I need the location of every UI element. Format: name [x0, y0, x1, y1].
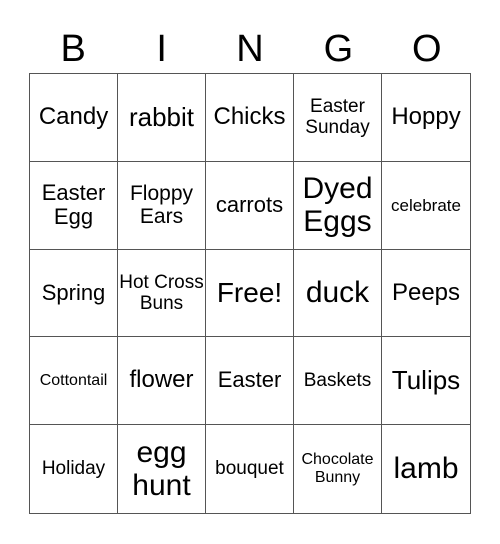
cell-text: Free! — [216, 277, 283, 309]
header-letter-o: O — [412, 28, 442, 70]
bingo-cell[interactable]: lamb — [382, 425, 470, 513]
cell-text: Baskets — [303, 370, 372, 392]
bingo-cell[interactable]: Chocolate Bunny — [294, 425, 382, 513]
bingo-cell[interactable]: flower — [118, 337, 206, 426]
cell-text: Hoppy — [391, 102, 461, 130]
cell-text: Holiday — [41, 458, 106, 480]
cell-text: rabbit — [128, 101, 195, 132]
bingo-grid: Candy rabbit Chicks Easter Sunday Hoppy … — [29, 73, 471, 514]
bingo-cell[interactable]: Dyed Eggs — [294, 161, 382, 250]
cell-text: Floppy Ears — [129, 181, 194, 229]
cell-text: lamb — [393, 452, 459, 486]
bingo-cell[interactable]: Baskets — [294, 337, 382, 426]
cell-text: Spring — [41, 279, 106, 305]
cell-text: celebrate — [391, 195, 461, 215]
cell-text: duck — [305, 276, 370, 310]
cell-text: Easter Sunday — [305, 96, 370, 139]
cell-text: Chicks — [213, 102, 286, 130]
bingo-cell[interactable]: Cottontail — [30, 337, 118, 426]
cell-text: Easter Egg — [41, 179, 106, 230]
bingo-cell[interactable]: duck — [294, 249, 382, 338]
cell-text: Candy — [38, 102, 109, 130]
header-letter-g: G — [323, 28, 354, 70]
bingo-cell[interactable]: Holiday — [30, 425, 118, 513]
bingo-cell[interactable]: Peeps — [382, 250, 470, 338]
bingo-cell[interactable]: Hot Cross Buns — [118, 249, 206, 338]
bingo-cell[interactable]: bouquet — [206, 425, 294, 513]
bingo-cell[interactable]: Chicks — [206, 74, 294, 162]
bingo-cell[interactable]: celebrate — [382, 162, 470, 250]
cell-text: Cottontail — [39, 371, 108, 389]
header-letter-n: N — [236, 28, 264, 70]
bingo-cell[interactable]: rabbit — [118, 74, 206, 162]
cell-text: Chocolate Bunny — [301, 451, 374, 487]
cell-text: flower — [129, 366, 194, 394]
cell-text: Peeps — [391, 278, 461, 306]
header-letter-b: B — [60, 28, 86, 70]
bingo-header: B I N G O — [29, 22, 471, 76]
cell-text: Hot Cross Buns — [119, 271, 204, 314]
header-letter-i: I — [156, 28, 167, 70]
bingo-cell[interactable]: Hoppy — [382, 74, 470, 162]
bingo-cell[interactable]: carrots — [206, 161, 294, 250]
bingo-cell[interactable]: Easter Sunday — [294, 74, 382, 162]
bingo-cell[interactable]: egg hunt — [118, 425, 206, 513]
cell-text: Dyed Eggs — [302, 171, 373, 239]
cell-text: bouquet — [215, 458, 284, 480]
free-space[interactable]: Free! — [206, 249, 294, 338]
bingo-cell[interactable]: Tulips — [382, 337, 470, 426]
cell-text: egg hunt — [132, 435, 191, 503]
cell-text: Tulips — [391, 365, 461, 396]
bingo-cell[interactable]: Easter — [206, 337, 294, 426]
bingo-cell[interactable]: Spring — [30, 249, 118, 338]
bingo-cell[interactable]: Floppy Ears — [118, 161, 206, 250]
cell-text: carrots — [215, 191, 284, 217]
bingo-cell[interactable]: Candy — [30, 74, 118, 162]
cell-text: Easter — [217, 367, 282, 393]
bingo-cell[interactable]: Easter Egg — [30, 161, 118, 250]
